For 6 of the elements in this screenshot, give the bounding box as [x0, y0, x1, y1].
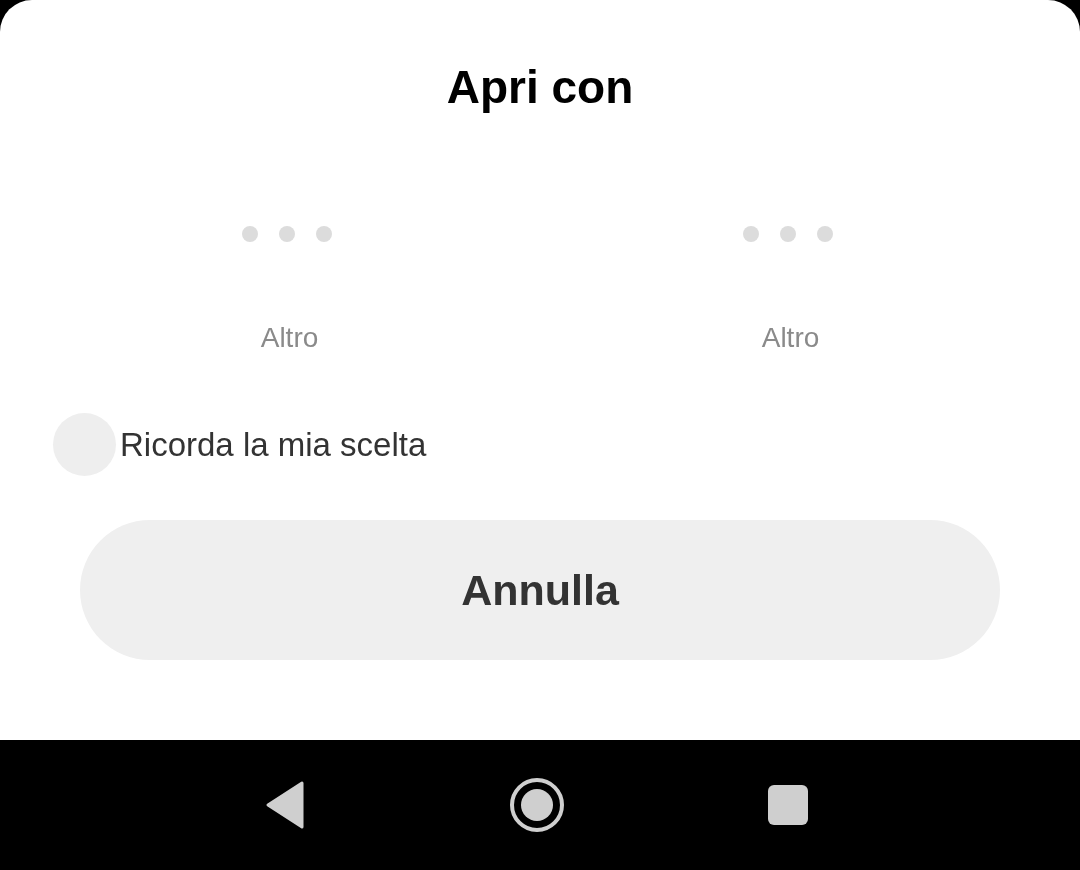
back-icon[interactable] — [264, 781, 304, 829]
checkbox-label[interactable]: Ricorda la mia scelta — [120, 425, 427, 464]
recents-icon[interactable] — [768, 785, 808, 825]
home-icon[interactable] — [509, 777, 565, 833]
cancel-button[interactable]: Annulla — [80, 520, 1000, 660]
dialog-title: Apri con — [446, 60, 634, 115]
